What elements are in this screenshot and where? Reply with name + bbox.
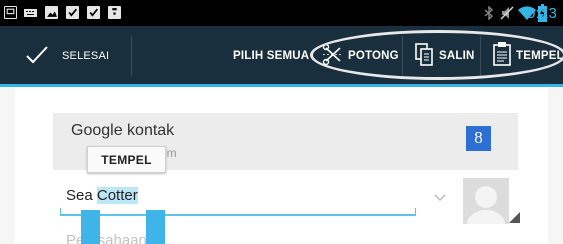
action-bar-separator (131, 36, 132, 76)
mute-icon (500, 6, 514, 20)
status-bar: 0:13 (0, 0, 563, 26)
image-icon (45, 6, 58, 19)
name-field-underline (60, 214, 416, 216)
clock: 0:13 (527, 5, 557, 22)
screen-icon (4, 6, 17, 19)
selection-handle-right[interactable] (146, 210, 165, 244)
checkbox-icon (87, 6, 100, 19)
bluetooth-icon (484, 6, 494, 20)
highlight-annotation-oval (310, 30, 563, 80)
account-title: Google kontak (71, 122, 175, 139)
selected-text: Cotter (96, 187, 138, 204)
bag-icon (108, 6, 121, 19)
name-field-underline (60, 208, 61, 215)
google-account-icon: 8 (466, 126, 491, 151)
person-placeholder-icon (467, 186, 505, 224)
done-check-icon[interactable] (25, 45, 49, 65)
keyboard-icon (24, 6, 37, 19)
chevron-down-icon[interactable] (434, 194, 446, 202)
contact-photo[interactable] (463, 178, 509, 224)
selection-handle-left-tip (81, 210, 100, 220)
select-all-button[interactable]: PILIH SEMUA (233, 50, 309, 62)
name-field-underline (415, 208, 416, 215)
photo-menu-indicator (509, 212, 520, 223)
checkbox-icon (66, 6, 79, 19)
name-text: Sea (66, 187, 97, 204)
done-button[interactable]: SELESAI (62, 50, 109, 62)
name-field[interactable]: Sea Cotter (66, 187, 138, 204)
paste-tooltip[interactable]: TEMPEL (87, 146, 166, 173)
company-field[interactable]: Perusahaan (66, 232, 147, 244)
